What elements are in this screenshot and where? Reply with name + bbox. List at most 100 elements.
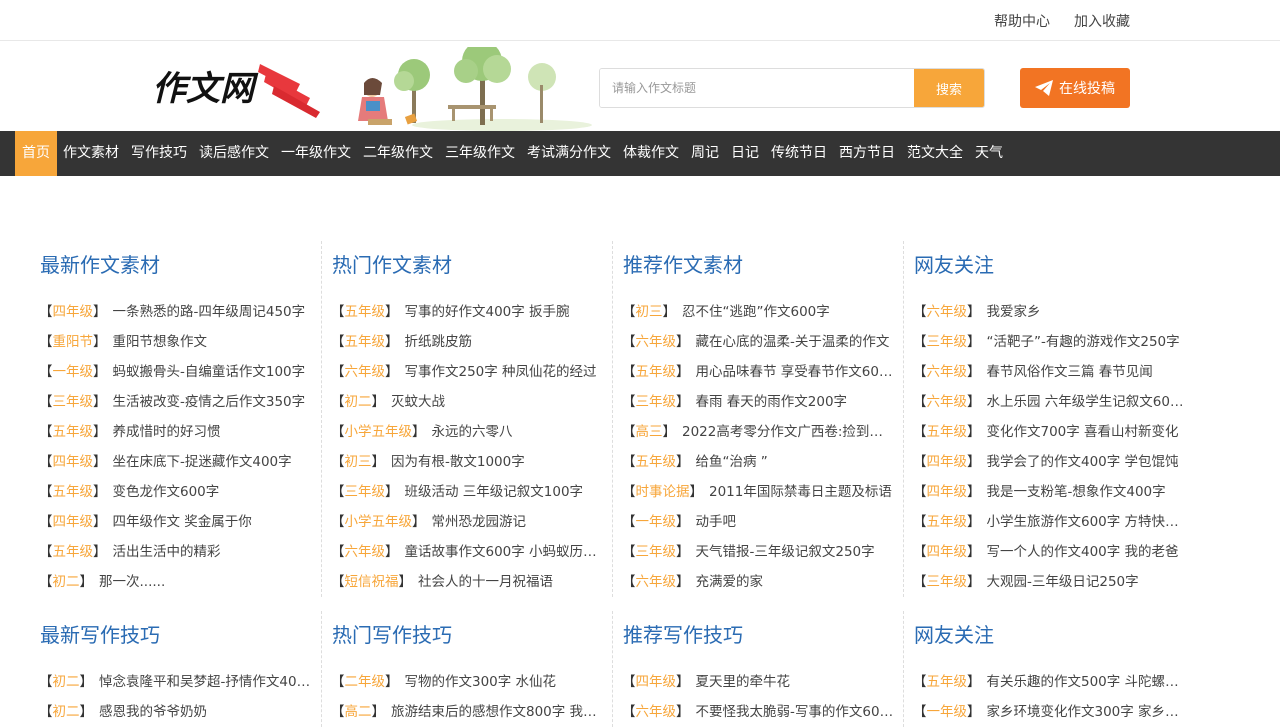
article-link[interactable]: 悼念袁隆平和吴梦超-抒情作文400字 [99, 667, 313, 697]
section-title[interactable]: 最新作文素材 [40, 249, 321, 279]
grade-tag[interactable]: 【五年级】 [913, 667, 981, 697]
article-link[interactable]: 大观园-三年级日记250字 [987, 567, 1139, 597]
search-button[interactable]: 搜索 [914, 69, 984, 107]
section-title[interactable]: 推荐写作技巧 [623, 619, 903, 649]
submit-article-button[interactable]: 在线投稿 [1020, 68, 1130, 108]
grade-tag[interactable]: 【初二】 [331, 387, 385, 417]
nav-item[interactable]: 传统节日 [765, 131, 833, 176]
grade-tag[interactable]: 【六年级】 [913, 297, 981, 327]
article-link[interactable]: 生活被改变-疫情之后作文350字 [113, 387, 306, 417]
grade-tag[interactable]: 【四年级】 [913, 447, 981, 477]
nav-item[interactable]: 日记 [725, 131, 765, 176]
article-link[interactable]: 写物的作文300字 水仙花 [405, 667, 557, 697]
grade-tag[interactable]: 【三年级】 [913, 327, 981, 357]
article-link[interactable]: 写一个人的作文400字 我的老爸 [987, 537, 1179, 567]
grade-tag[interactable]: 【三年级】 [39, 387, 107, 417]
article-link[interactable]: 家乡环境变化作文300字 家乡的变化 [987, 697, 1187, 727]
article-link[interactable]: 一条熟悉的路-四年级周记450字 [113, 297, 306, 327]
article-link[interactable]: 我是一支粉笔-想象作文400字 [987, 477, 1166, 507]
article-link[interactable]: 不要怪我太脆弱-写事的作文600字 [696, 697, 896, 727]
article-link[interactable]: 坐在床底下-捉迷藏作文400字 [113, 447, 292, 477]
grade-tag[interactable]: 【一年级】 [39, 357, 107, 387]
grade-tag[interactable]: 【一年级】 [913, 697, 981, 727]
grade-tag[interactable]: 【五年级】 [622, 357, 690, 387]
article-link[interactable]: 充满爱的家 [696, 567, 764, 597]
grade-tag[interactable]: 【四年级】 [39, 297, 107, 327]
article-link[interactable]: 2022高考零分作文广西卷:捡到一只 [682, 417, 895, 447]
article-link[interactable]: 有关乐趣的作文500字 斗陀螺的乐趣 [987, 667, 1187, 697]
grade-tag[interactable]: 【初二】 [39, 697, 93, 727]
article-link[interactable]: 小学生旅游作文600字 方特快乐之旅 [987, 507, 1187, 537]
grade-tag[interactable]: 【三年级】 [622, 537, 690, 567]
grade-tag[interactable]: 【一年级】 [622, 507, 690, 537]
grade-tag[interactable]: 【六年级】 [331, 357, 399, 387]
article-link[interactable]: 活出生活中的精彩 [113, 537, 221, 567]
article-link[interactable]: 春雨 春天的雨作文200字 [696, 387, 848, 417]
nav-item[interactable]: 写作技巧 [125, 131, 193, 176]
section-title[interactable]: 网友关注 [914, 619, 1194, 649]
grade-tag[interactable]: 【五年级】 [39, 417, 107, 447]
article-link[interactable]: 蚂蚁搬骨头-自编童话作文100字 [113, 357, 306, 387]
article-link[interactable]: 感恩我的爷爷奶奶 [99, 697, 207, 727]
grade-tag[interactable]: 【六年级】 [331, 537, 399, 567]
section-title[interactable]: 推荐作文素材 [623, 249, 903, 279]
article-link[interactable]: 藏在心底的温柔-关于温柔的作文 [696, 327, 890, 357]
grade-tag[interactable]: 【三年级】 [913, 567, 981, 597]
grade-tag[interactable]: 【五年级】 [913, 417, 981, 447]
grade-tag[interactable]: 【短信祝福】 [331, 567, 412, 597]
article-link[interactable]: 天气错报-三年级记叙文250字 [696, 537, 875, 567]
search-input[interactable] [600, 69, 914, 107]
nav-item[interactable]: 体裁作文 [617, 131, 685, 176]
section-title[interactable]: 热门写作技巧 [332, 619, 612, 649]
grade-tag[interactable]: 【重阳节】 [39, 327, 107, 357]
section-title[interactable]: 热门作文素材 [332, 249, 612, 279]
grade-tag[interactable]: 【小学五年级】 [331, 507, 426, 537]
nav-item[interactable]: 二年级作文 [357, 131, 439, 176]
nav-item[interactable]: 西方节日 [833, 131, 901, 176]
site-logo[interactable]: 作文网 [150, 56, 325, 118]
nav-item[interactable]: 考试满分作文 [521, 131, 617, 176]
help-center-link[interactable]: 帮助中心 [994, 11, 1050, 31]
article-link[interactable]: 夏天里的牵牛花 [696, 667, 791, 697]
article-link[interactable]: 童话故事作文600字 小蚂蚁历险记 [405, 537, 605, 567]
nav-item[interactable]: 一年级作文 [275, 131, 357, 176]
grade-tag[interactable]: 【初三】 [622, 297, 676, 327]
grade-tag[interactable]: 【时事论据】 [622, 477, 703, 507]
article-link[interactable]: 四年级作文 奖金属于你 [113, 507, 252, 537]
article-link[interactable]: 写事作文250字 种凤仙花的经过 [405, 357, 597, 387]
article-link[interactable]: 那一次...... [99, 567, 165, 597]
grade-tag[interactable]: 【小学五年级】 [331, 417, 426, 447]
nav-item[interactable]: 作文素材 [57, 131, 125, 176]
grade-tag[interactable]: 【六年级】 [622, 697, 690, 727]
article-link[interactable]: 忍不住“逃跑”作文600字 [682, 297, 830, 327]
grade-tag[interactable]: 【四年级】 [39, 507, 107, 537]
article-link[interactable]: 变色龙作文600字 [113, 477, 220, 507]
grade-tag[interactable]: 【五年级】 [39, 537, 107, 567]
grade-tag[interactable]: 【初二】 [39, 567, 93, 597]
grade-tag[interactable]: 【三年级】 [331, 477, 399, 507]
section-title[interactable]: 网友关注 [914, 249, 1194, 279]
section-title[interactable]: 最新写作技巧 [40, 619, 321, 649]
grade-tag[interactable]: 【高二】 [331, 697, 385, 727]
grade-tag[interactable]: 【六年级】 [913, 357, 981, 387]
article-link[interactable]: “活靶子”-有趣的游戏作文250字 [987, 327, 1180, 357]
article-link[interactable]: 写事的好作文400字 扳手腕 [405, 297, 570, 327]
grade-tag[interactable]: 【五年级】 [331, 327, 399, 357]
article-link[interactable]: 动手吧 [696, 507, 737, 537]
article-link[interactable]: 变化作文700字 喜看山村新变化 [987, 417, 1179, 447]
article-link[interactable]: 折纸跳皮筋 [405, 327, 473, 357]
grade-tag[interactable]: 【初二】 [39, 667, 93, 697]
article-link[interactable]: 给鱼“治病 ” [696, 447, 768, 477]
article-link[interactable]: 旅游结束后的感想作文800字 我的旅行 [391, 697, 604, 727]
article-link[interactable]: 常州恐龙园游记 [432, 507, 527, 537]
article-link[interactable]: 灭蚊大战 [391, 387, 445, 417]
article-link[interactable]: 水上乐园 六年级学生记叙文600字 [987, 387, 1187, 417]
article-link[interactable]: 我爱家乡 [987, 297, 1041, 327]
grade-tag[interactable]: 【高三】 [622, 417, 676, 447]
article-link[interactable]: 我学会了的作文400字 学包馄饨 [987, 447, 1179, 477]
article-link[interactable]: 重阳节想象作文 [113, 327, 208, 357]
article-link[interactable]: 永远的六零八 [432, 417, 513, 447]
article-link[interactable]: 因为有根-散文1000字 [391, 447, 525, 477]
nav-item[interactable]: 三年级作文 [439, 131, 521, 176]
grade-tag[interactable]: 【四年级】 [39, 447, 107, 477]
